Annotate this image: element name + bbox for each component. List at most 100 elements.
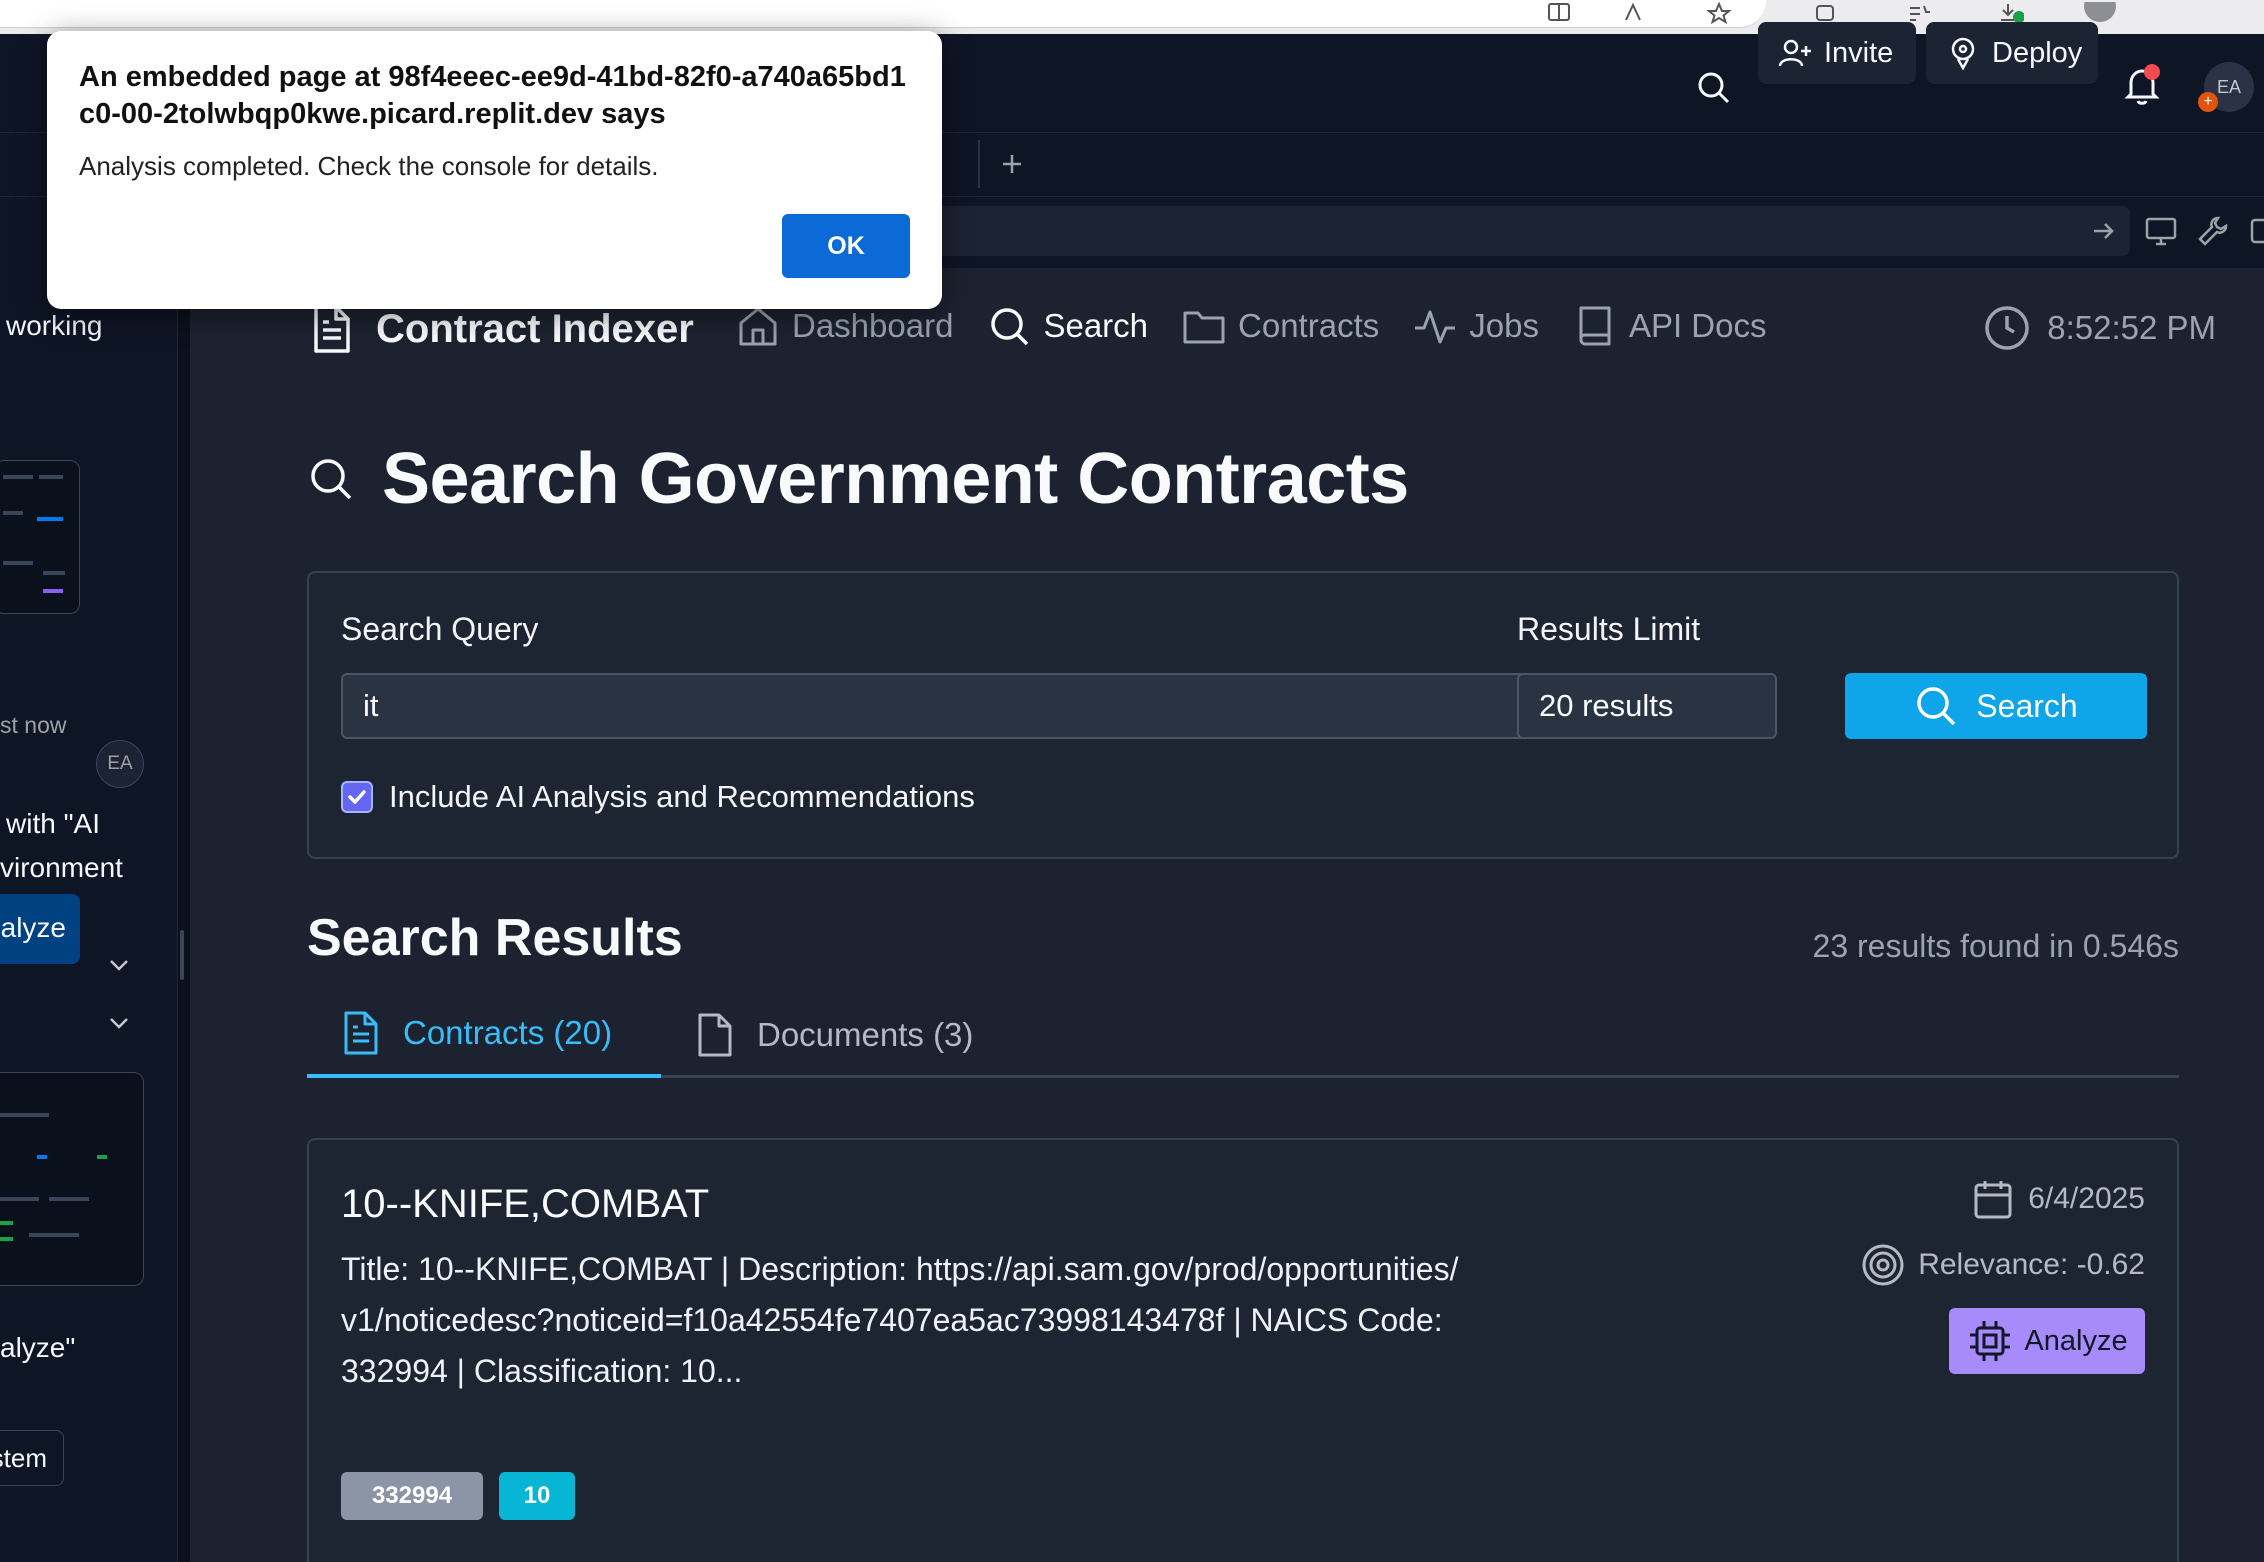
tab-divider (978, 140, 980, 188)
new-tab-plus-icon[interactable] (994, 146, 1030, 182)
naics-tag: 332994 (341, 1472, 483, 1520)
nav-search[interactable]: Search (987, 304, 1148, 348)
search-icon[interactable] (1696, 70, 1732, 106)
chevron-down-icon[interactable] (104, 950, 134, 980)
read-aloud-icon[interactable] (1620, 2, 1646, 24)
chevron-down-icon[interactable] (104, 1008, 134, 1038)
nav-dashboard[interactable]: Dashboard (736, 304, 953, 348)
search-button-label: Search (1976, 687, 2078, 724)
favorite-star-icon[interactable] (1706, 2, 1732, 24)
agent-chat-panel: + N working EA alyze st now with "AI vir… (0, 268, 178, 1562)
alert-dialog: An embedded page at 98f4eeec-ee9d-41bd-8… (47, 31, 942, 309)
nav-contracts[interactable]: Contracts (1182, 304, 1379, 348)
arrow-right-icon[interactable] (2088, 216, 2118, 246)
user-avatar: EA (96, 740, 144, 788)
deploy-button[interactable]: Deploy (1926, 22, 2098, 84)
app-brand[interactable]: Contract Indexer (310, 304, 694, 354)
search-query-label: Search Query (341, 611, 539, 647)
user-plus-icon (1778, 36, 1812, 70)
search-form-card: Search Query Results Limit 20 results Se… (307, 571, 2179, 859)
results-heading: Search Results (307, 909, 683, 967)
contract-description: Title: 10--KNIFE,COMBAT | Description: h… (341, 1251, 1459, 1389)
relevance-score: Relevance: -0.62 (1860, 1242, 2145, 1288)
target-icon (1860, 1242, 1906, 1288)
webview-url-bar[interactable] (900, 206, 2130, 256)
browser-toolbar (0, 0, 2264, 34)
classification-tag: 10 (499, 1472, 575, 1520)
split-screen-icon[interactable] (1546, 2, 1572, 24)
home-icon (736, 304, 780, 348)
analyze-action-button[interactable]: alyze (0, 894, 80, 964)
nav-label: Dashboard (792, 307, 954, 344)
activity-icon (1413, 304, 1457, 348)
search-query-input[interactable] (341, 673, 1529, 739)
clock-time: 8:52:52 PM (2047, 309, 2216, 346)
document-icon (310, 304, 352, 354)
results-limit-select[interactable]: 20 results (1517, 673, 1777, 739)
cpu-icon (1966, 1317, 2014, 1365)
nav-label: Search (1043, 307, 1149, 344)
page-title: Search Government Contracts (382, 439, 1409, 519)
contract-title[interactable]: 10--KNIFE,COMBAT (341, 1182, 709, 1227)
calendar-icon (1972, 1178, 2014, 1220)
results-limit-label: Results Limit (1517, 611, 1701, 647)
nav-jobs[interactable]: Jobs (1413, 304, 1539, 348)
extensions-icon[interactable] (1812, 2, 1838, 24)
nav-api-docs[interactable]: API Docs (1573, 304, 1767, 348)
clock-icon (1983, 304, 2031, 352)
agent-message-fragment: working (6, 310, 103, 341)
ai-analysis-label[interactable]: Include AI Analysis and Recommendations (389, 779, 975, 815)
agent-message-fragment: vironment (0, 852, 123, 883)
agent-message-fragment: with "AI (6, 808, 100, 839)
avatar-add-icon: + (2198, 92, 2218, 112)
relevance-value: Relevance: -0.62 (1918, 1248, 2145, 1281)
screenshot-thumbnail[interactable] (0, 1072, 144, 1286)
monitor-icon[interactable] (2144, 214, 2178, 248)
analyze-button[interactable]: Analyze (1949, 1308, 2145, 1374)
invite-label: Invite (1824, 36, 1894, 69)
deploy-label: Deploy (1992, 36, 2083, 69)
document-icon (341, 1010, 381, 1056)
nav-label: Jobs (1469, 307, 1539, 344)
timestamp: st now (0, 712, 67, 738)
dialog-message: Analysis completed. Check the console fo… (79, 151, 659, 181)
results-limit-value: 20 results (1539, 688, 1674, 723)
tab-label: Contracts (20) (403, 1014, 613, 1051)
search-icon (987, 304, 1031, 348)
page-heading: Search Government Contracts (308, 438, 1409, 520)
new-window-icon[interactable] (2248, 214, 2264, 248)
notification-badge (2144, 64, 2160, 80)
contract-result-card[interactable]: 10--KNIFE,COMBAT Title: 10--KNIFE,COMBAT… (307, 1138, 2179, 1562)
analyze-label: alyze (0, 912, 66, 943)
deploy-icon (1946, 36, 1980, 70)
agent-message-fragment: alyze" (0, 1332, 76, 1363)
downloads-icon[interactable] (1998, 2, 2024, 24)
favorites-list-icon[interactable] (1906, 2, 1932, 24)
brand-name: Contract Indexer (376, 306, 694, 351)
dialog-title: An embedded page at 98f4eeec-ee9d-41bd-8… (79, 61, 906, 130)
browser-address-area[interactable] (0, 0, 1766, 28)
contract-date: 6/4/2025 (1972, 1178, 2145, 1220)
tab-documents[interactable]: Documents (3) (661, 992, 1007, 1078)
invite-button[interactable]: Invite (1758, 22, 1916, 84)
results-summary: 23 results found in 0.546s (1812, 928, 2179, 964)
profile-avatar-icon[interactable] (2082, 2, 2118, 24)
date-value: 6/4/2025 (2028, 1182, 2145, 1215)
tab-label: Documents (3) (757, 1016, 974, 1053)
resize-handle[interactable] (180, 930, 184, 980)
system-button[interactable]: stem (0, 1430, 64, 1486)
search-icon (1914, 684, 1958, 728)
screenshot-thumbnail[interactable] (0, 460, 80, 614)
system-label: stem (0, 1443, 47, 1473)
panel-resize-gutter[interactable] (178, 268, 190, 1562)
ai-analysis-checkbox[interactable] (341, 781, 373, 813)
tab-contracts[interactable]: Contracts (20) (307, 992, 661, 1078)
file-icon (695, 1012, 735, 1058)
wrench-icon[interactable] (2196, 214, 2230, 248)
nav-label: Contracts (1238, 307, 1380, 344)
folder-icon (1182, 304, 1226, 348)
main-nav: Dashboard Search Contracts Jobs API Docs (736, 304, 1767, 348)
search-button[interactable]: Search (1845, 673, 2147, 739)
ok-button[interactable]: OK (782, 214, 910, 278)
webview-app: Contract Indexer Dashboard Search Contra… (190, 268, 2264, 1562)
